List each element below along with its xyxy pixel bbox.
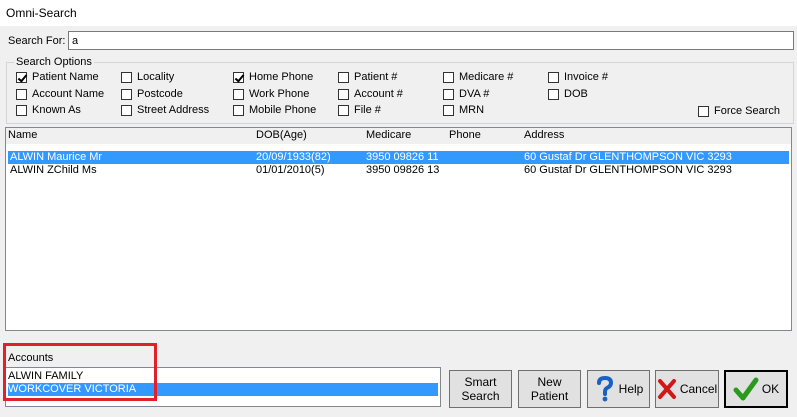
button-label: Smart [464, 375, 497, 389]
window-title: Omni-Search [6, 6, 77, 20]
option-dob[interactable]: DOB [548, 88, 588, 100]
option-street-address[interactable]: Street Address [121, 104, 209, 116]
search-options-title: Search Options [14, 56, 94, 68]
checkbox[interactable] [443, 104, 454, 116]
option-label: Street Address [137, 104, 210, 116]
checkbox[interactable] [338, 71, 349, 83]
option-mrn[interactable]: MRN [443, 104, 484, 116]
option-label: Postcode [137, 88, 183, 100]
cell-address: 60 Gustaf Dr GLENTHOMPSON VIC 3293 [524, 151, 732, 163]
checkbox[interactable] [233, 71, 244, 83]
cell-name: ALWIN ZChild Ms [10, 164, 97, 176]
option-patient-name[interactable]: Patient Name [16, 71, 99, 83]
button-label: New [537, 375, 562, 389]
option-home-phone[interactable]: Home Phone [233, 71, 313, 83]
cell-medicare: 3950 09826 13 [366, 164, 440, 176]
column-header-name[interactable]: Name [8, 129, 37, 141]
option-dva-number[interactable]: DVA # [443, 88, 489, 100]
red-x-icon [657, 378, 677, 400]
checkbox[interactable] [121, 104, 132, 116]
option-patient-number[interactable]: Patient # [338, 71, 397, 83]
new-patient-button[interactable]: New Patient [518, 370, 581, 408]
accounts-list[interactable]: ALWIN FAMILY WORKCOVER VICTORIA [5, 367, 441, 407]
checkbox[interactable] [121, 71, 132, 83]
button-label: Cancel [679, 382, 718, 396]
search-input[interactable] [68, 31, 794, 50]
cell-name: ALWIN Maurice Mr [10, 151, 103, 163]
column-header-address[interactable]: Address [524, 129, 564, 141]
ok-button[interactable]: OK [724, 370, 788, 408]
checkbox[interactable] [698, 105, 709, 117]
checkbox[interactable] [443, 88, 454, 100]
option-label: DVA # [459, 88, 490, 100]
option-label: Known As [32, 104, 81, 116]
cell-dob: 20/09/1933(82) [256, 151, 331, 163]
search-label: Search For: [8, 35, 66, 47]
option-account-number[interactable]: Account # [338, 88, 403, 100]
checkbox[interactable] [548, 71, 559, 83]
option-label: Account Name [32, 88, 105, 100]
option-work-phone[interactable]: Work Phone [233, 88, 309, 100]
option-account-name[interactable]: Account Name [16, 88, 104, 100]
table-row[interactable]: ALWIN ZChild Ms 01/01/2010(5) 3950 09826… [8, 164, 789, 177]
button-label: Patient [530, 389, 569, 403]
question-mark-icon [594, 376, 616, 402]
option-file-number[interactable]: File # [338, 104, 381, 116]
button-label: Help [618, 382, 644, 396]
option-label: Invoice # [564, 71, 609, 83]
option-medicare-number[interactable]: Medicare # [443, 71, 513, 83]
button-label: Search [461, 389, 500, 403]
checkbox[interactable] [443, 71, 454, 83]
option-label: Medicare # [459, 71, 514, 83]
option-label: Account # [354, 88, 403, 100]
option-label: File # [354, 104, 381, 116]
results-list[interactable]: Name DOB(Age) Medicare Phone Address ALW… [5, 127, 792, 331]
list-item[interactable]: ALWIN FAMILY [8, 370, 438, 383]
column-header-phone[interactable]: Phone [449, 129, 481, 141]
title-bar: Omni-Search [0, 0, 797, 26]
option-label: DOB [564, 88, 588, 100]
cell-dob: 01/01/2010(5) [256, 164, 325, 176]
checkbox[interactable] [338, 88, 349, 100]
table-row[interactable]: ALWIN Maurice Mr 20/09/1933(82) 3950 098… [8, 151, 789, 164]
button-label: OK [761, 382, 780, 396]
checkbox[interactable] [548, 88, 559, 100]
option-label: Home Phone [249, 71, 314, 83]
cancel-button[interactable]: Cancel [655, 370, 719, 408]
cell-medicare: 3950 09826 11 [366, 151, 439, 163]
checkbox[interactable] [233, 104, 244, 116]
accounts-label: Accounts [8, 352, 54, 364]
green-check-icon [733, 376, 759, 402]
list-item[interactable]: WORKCOVER VICTORIA [8, 383, 438, 396]
option-postcode[interactable]: Postcode [121, 88, 183, 100]
checkbox[interactable] [16, 104, 27, 116]
option-label: Force Search [714, 105, 781, 117]
option-force-search[interactable]: Force Search [698, 105, 780, 117]
option-label: Patient Name [32, 71, 99, 83]
option-label: Locality [137, 71, 175, 83]
option-mobile-phone[interactable]: Mobile Phone [233, 104, 316, 116]
checkbox[interactable] [233, 88, 244, 100]
option-invoice-number[interactable]: Invoice # [548, 71, 608, 83]
checkbox[interactable] [121, 88, 132, 100]
option-label: Patient # [354, 71, 398, 83]
option-known-as[interactable]: Known As [16, 104, 81, 116]
cell-address: 60 Gustaf Dr GLENTHOMPSON VIC 3293 [524, 164, 732, 176]
option-label: Work Phone [249, 88, 310, 100]
smart-search-button[interactable]: Smart Search [449, 370, 512, 408]
option-label: MRN [459, 104, 485, 116]
checkbox[interactable] [16, 71, 27, 83]
option-label: Mobile Phone [249, 104, 317, 116]
column-header-dob[interactable]: DOB(Age) [256, 129, 307, 141]
checkbox[interactable] [16, 88, 27, 100]
results-header: Name DOB(Age) Medicare Phone Address [6, 128, 791, 144]
help-button[interactable]: Help [587, 370, 650, 408]
checkbox[interactable] [338, 104, 349, 116]
column-header-medicare[interactable]: Medicare [366, 129, 411, 141]
option-locality[interactable]: Locality [121, 71, 174, 83]
